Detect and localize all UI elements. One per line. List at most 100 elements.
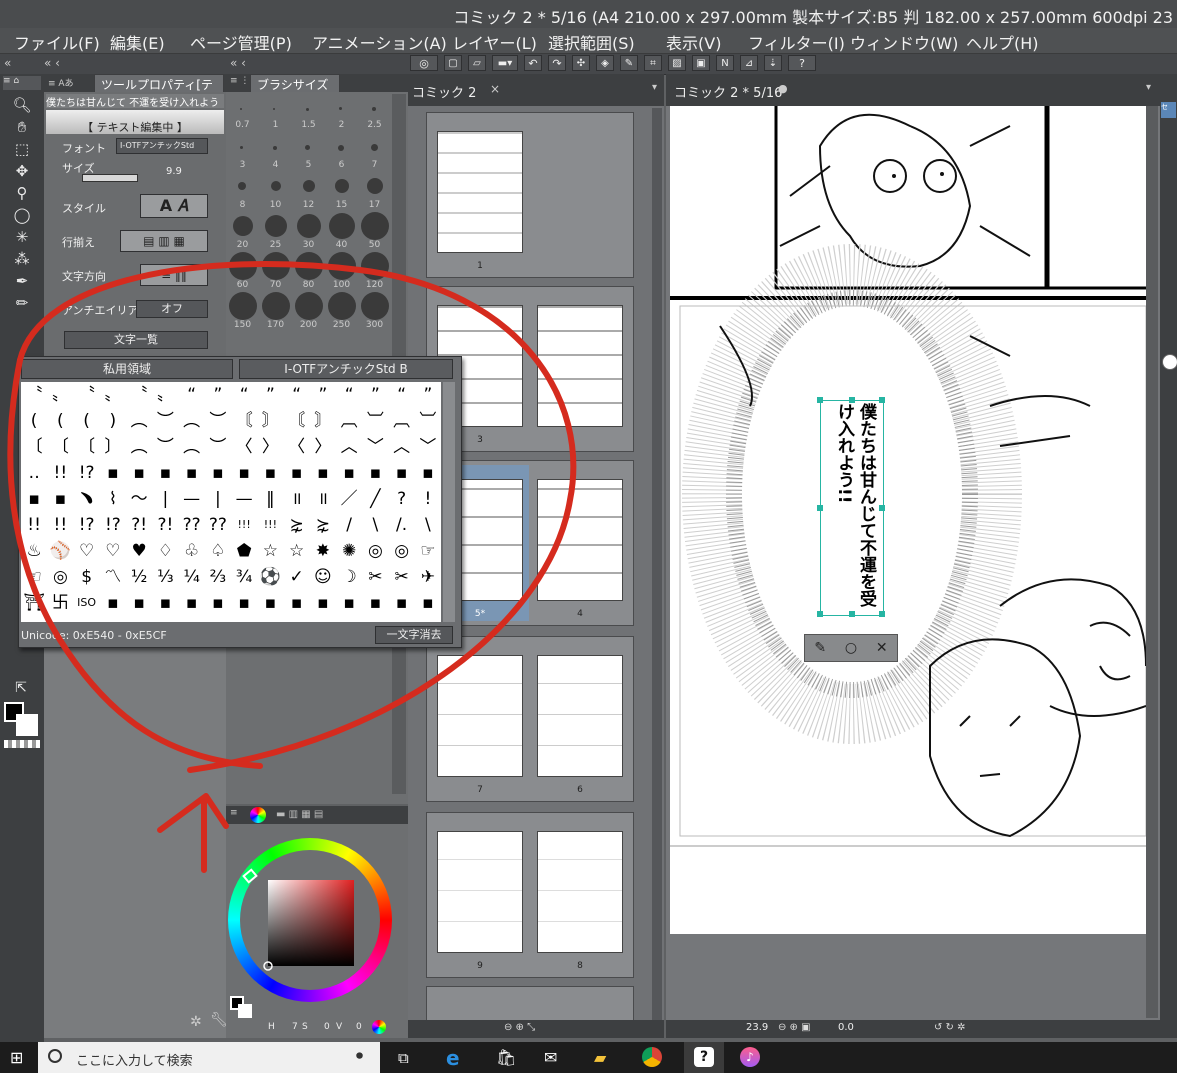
- dropdown-icon[interactable]: ▾: [1146, 82, 1151, 93]
- glyph-cell[interactable]: ♥: [126, 538, 152, 564]
- color-wheel-tab-icon[interactable]: [250, 807, 266, 823]
- glyph-cell[interactable]: ?!: [126, 512, 152, 538]
- glyph-cell[interactable]: ⬟: [231, 538, 257, 564]
- glyph-cell[interactable]: $: [74, 564, 100, 590]
- explorer-icon[interactable]: ▰: [594, 1048, 606, 1067]
- page-thumbnail[interactable]: [537, 479, 623, 601]
- delete-char-button[interactable]: 一文字消去: [375, 626, 453, 644]
- glyph-cell[interactable]: ▪: [310, 590, 336, 616]
- resize-handle[interactable]: [817, 611, 823, 617]
- glyph-cell[interactable]: ☜: [21, 564, 47, 590]
- brush-size-cell[interactable]: 12: [292, 200, 325, 210]
- glyph-cell[interactable]: ▪: [389, 590, 415, 616]
- brush-size-cell[interactable]: 100: [325, 280, 358, 290]
- color-mode-icon[interactable]: [372, 1020, 386, 1034]
- glyph-cell[interactable]: ⚾: [47, 538, 73, 564]
- dock-circle-icon[interactable]: [1162, 354, 1177, 370]
- collapse-icon[interactable]: « ‹: [44, 56, 60, 70]
- page-thumbnail[interactable]: [537, 305, 623, 427]
- glyph-cell[interactable]: ?: [389, 486, 415, 512]
- new-file-icon[interactable]: ▢: [444, 55, 462, 71]
- brush-size-cell[interactable]: 300: [358, 320, 391, 330]
- brush-size-cell[interactable]: 70: [259, 280, 292, 290]
- windows-start-icon[interactable]: ⊞: [10, 1048, 23, 1067]
- glyph-cell[interactable]: ”: [257, 382, 283, 408]
- glyph-cell[interactable]: ﹀: [362, 434, 388, 460]
- frame-icon[interactable]: ▣: [692, 55, 710, 71]
- glyph-cell[interactable]: ︺: [415, 408, 441, 434]
- glyph-cell[interactable]: ▪: [310, 460, 336, 486]
- tab-page-manager[interactable]: コミック 2: [412, 82, 476, 101]
- zoom-buttons[interactable]: ⊖ ⊕ ▣: [778, 1022, 811, 1033]
- fill-icon[interactable]: ◈: [596, 55, 614, 71]
- resize-handle[interactable]: [817, 505, 823, 511]
- glyph-cell[interactable]: !?: [74, 512, 100, 538]
- resize-handle[interactable]: [879, 397, 885, 403]
- glyph-cell[interactable]: \: [415, 512, 441, 538]
- glyph-cell[interactable]: (: [47, 408, 73, 434]
- brush-size-cell[interactable]: 4: [259, 160, 292, 170]
- glyph-cell[interactable]: !!: [47, 512, 73, 538]
- brush-size-cell[interactable]: 3: [226, 160, 259, 170]
- glyph-cell[interactable]: ♤: [205, 538, 231, 564]
- clip-studio-icon[interactable]: ?: [694, 1047, 714, 1067]
- glyph-cell[interactable]: ??: [205, 512, 231, 538]
- glyph-cell[interactable]: ▪: [231, 460, 257, 486]
- text-selection-box[interactable]: 僕たちは甘んじて不運を受け入れよう!!: [817, 397, 885, 617]
- menu-filter[interactable]: フィルター(I): [748, 30, 845, 54]
- page-thumbnail[interactable]: [437, 655, 523, 777]
- glyph-cell[interactable]: ”: [362, 382, 388, 408]
- glyph-cell[interactable]: ”: [205, 382, 231, 408]
- glyph-cell[interactable]: 〟: [152, 382, 178, 408]
- brush-size-cell[interactable]: 5: [292, 160, 325, 170]
- glyph-cell[interactable]: ⚽: [257, 564, 283, 590]
- brush-size-cell[interactable]: 6: [325, 160, 358, 170]
- collapse-icon[interactable]: « ‹: [230, 56, 246, 70]
- rotation-value[interactable]: 0.0: [838, 1022, 854, 1033]
- object-icon[interactable]: ⬚: [4, 138, 40, 160]
- move-icon[interactable]: ✥: [4, 160, 40, 182]
- magic-wand-icon[interactable]: ✳: [4, 226, 40, 248]
- page-cell[interactable]: 9 8: [426, 812, 634, 978]
- char-font-select[interactable]: I-OTFアンチックStd B: [239, 359, 453, 379]
- glyph-cell[interactable]: 〔: [74, 434, 100, 460]
- glyph-cell[interactable]: 〝: [74, 382, 100, 408]
- glyph-cell[interactable]: ¾: [231, 564, 257, 590]
- color-wheel[interactable]: [226, 836, 396, 1006]
- resize-handle[interactable]: [849, 397, 855, 403]
- glyph-cell[interactable]: !: [415, 486, 441, 512]
- glyph-cell[interactable]: ♡: [74, 538, 100, 564]
- glyph-cell[interactable]: ▪: [21, 486, 47, 512]
- snap-icon[interactable]: ⊿: [740, 55, 758, 71]
- menu-layer[interactable]: レイヤー(L): [452, 30, 537, 54]
- glyph-cell[interactable]: ▪: [100, 590, 126, 616]
- brush-size-cell[interactable]: 80: [292, 280, 325, 290]
- glyph-cell[interactable]: ▪: [362, 590, 388, 616]
- glyph-cell[interactable]: ▪: [336, 590, 362, 616]
- glyph-cell[interactable]: ▪: [126, 590, 152, 616]
- glyph-cell[interactable]: “: [336, 382, 362, 408]
- glyph-cell[interactable]: ◎: [362, 538, 388, 564]
- glyph-cell[interactable]: ︶: [205, 434, 231, 460]
- page-cell[interactable]: 7 6: [426, 636, 634, 802]
- menu-page[interactable]: ページ管理(P): [190, 30, 292, 54]
- glyph-cell[interactable]: !?: [74, 460, 100, 486]
- app-icon[interactable]: ◎: [410, 55, 438, 71]
- glyph-cell[interactable]: ☞: [415, 538, 441, 564]
- glyph-cell[interactable]: ▪: [47, 486, 73, 512]
- glyph-cell[interactable]: ▪: [205, 460, 231, 486]
- glyph-cell[interactable]: ▪: [362, 460, 388, 486]
- close-icon[interactable]: ×: [490, 82, 500, 96]
- antialias-select[interactable]: オフ: [136, 300, 208, 318]
- glyph-cell[interactable]: ♢: [152, 538, 178, 564]
- glyph-cell[interactable]: ▪: [415, 590, 441, 616]
- pin-icon[interactable]: ⇣: [764, 55, 782, 71]
- glyph-cell[interactable]: ▪: [389, 460, 415, 486]
- glyph-cell[interactable]: ✸: [310, 538, 336, 564]
- glyph-cell[interactable]: ⋩: [310, 512, 336, 538]
- font-select[interactable]: I-OTFアンチックStd: [116, 138, 208, 154]
- glyph-cell[interactable]: ▪: [152, 460, 178, 486]
- eyedropper-icon[interactable]: ⚲: [4, 182, 40, 204]
- s-value[interactable]: 0: [324, 1022, 330, 1032]
- rotate-buttons[interactable]: ↺ ↻ ✲: [934, 1022, 966, 1033]
